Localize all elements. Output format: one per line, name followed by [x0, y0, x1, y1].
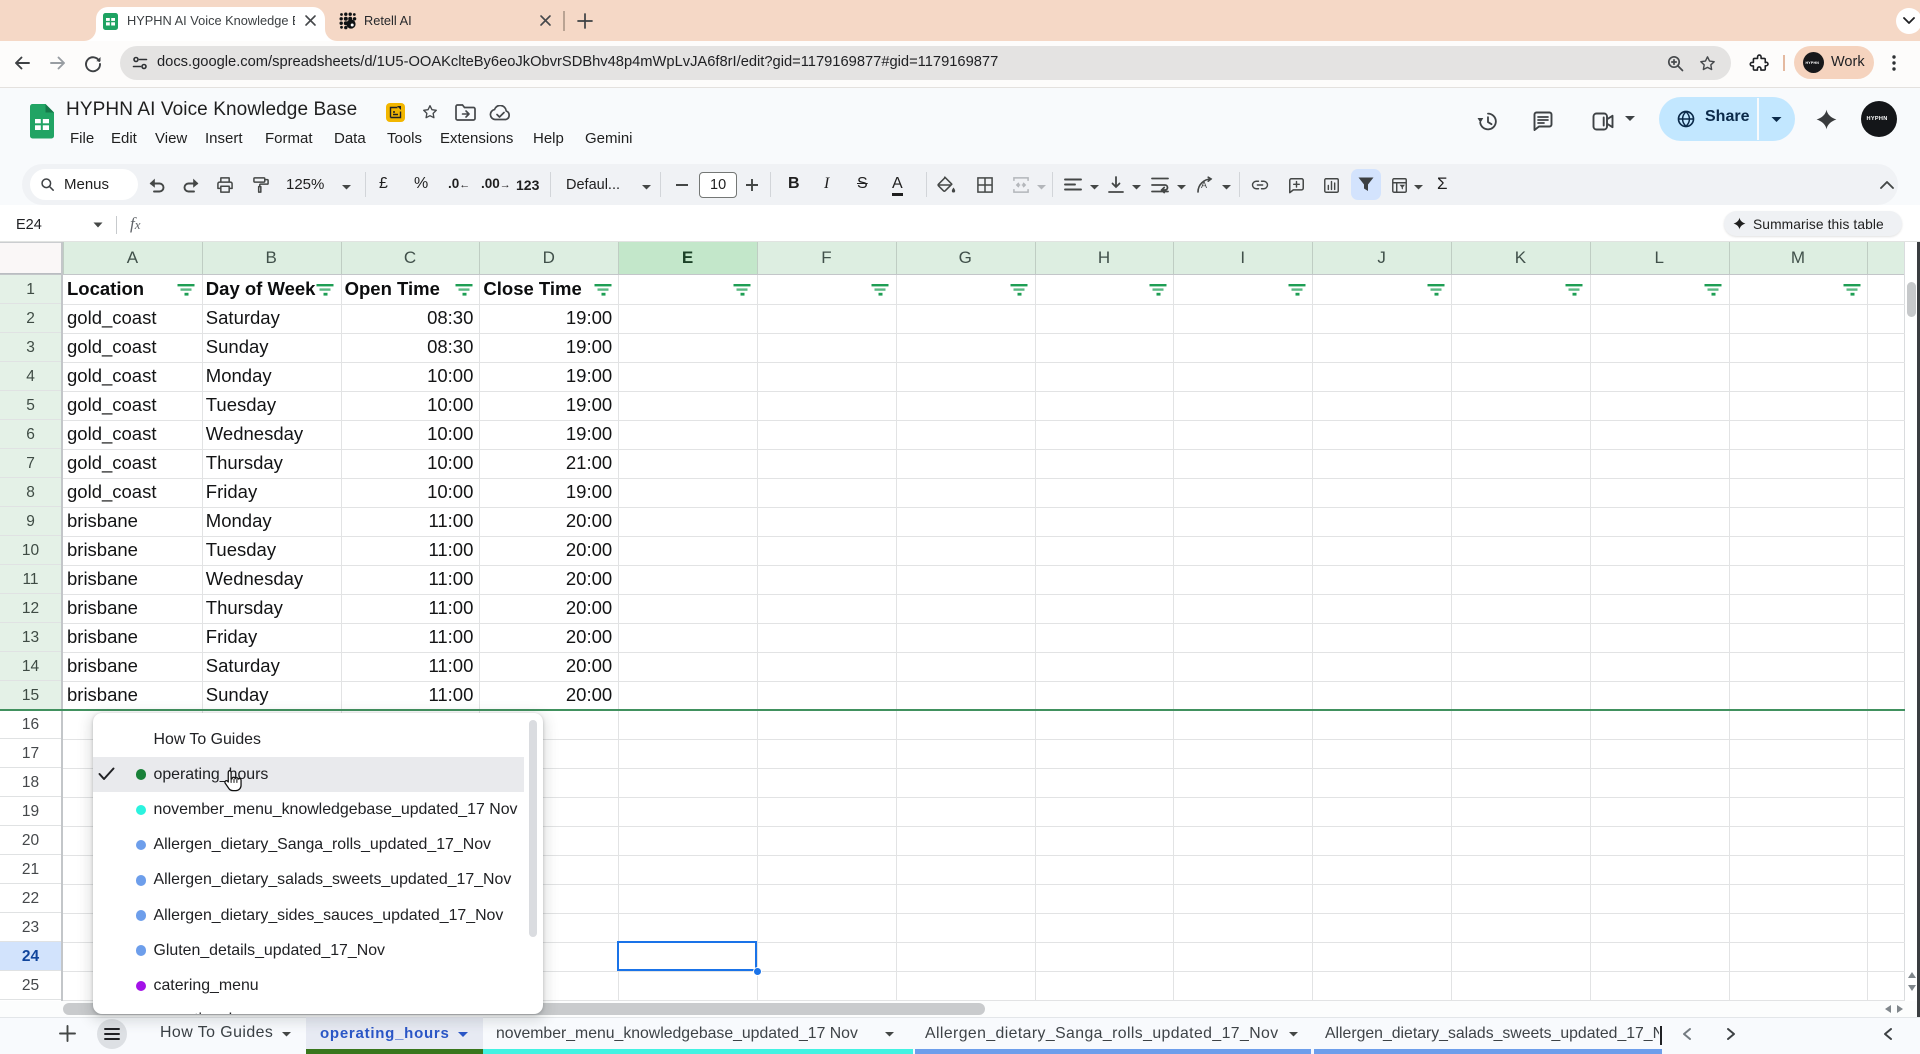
svg-text:A: A: [1201, 180, 1207, 190]
